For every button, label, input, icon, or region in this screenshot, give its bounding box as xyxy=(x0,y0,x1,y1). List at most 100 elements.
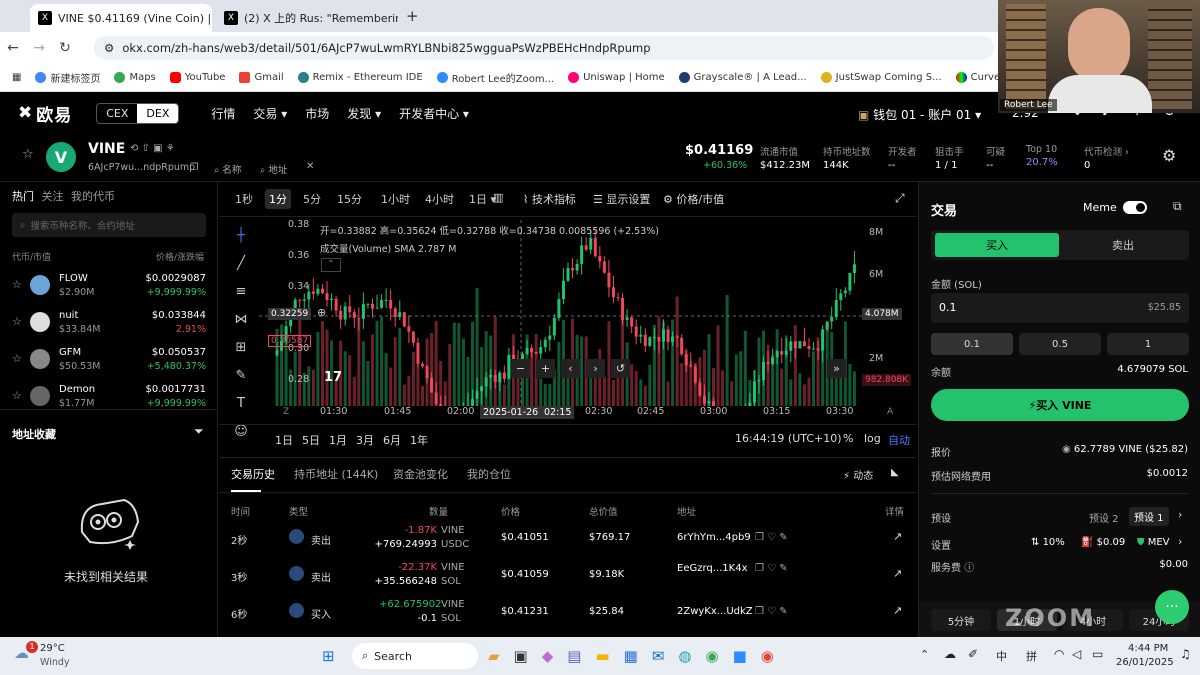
candle-type-icon[interactable]: ▥ xyxy=(493,191,503,204)
star-icon[interactable]: ☆ xyxy=(12,278,22,291)
gear-icon[interactable]: ⚙ xyxy=(1162,146,1176,165)
auto-scale-icon[interactable]: A xyxy=(887,407,893,417)
volume-icon[interactable]: ◁ xyxy=(1072,647,1081,661)
tab-5m[interactable]: 5分钟 xyxy=(931,609,991,631)
tradingview-logo-icon[interactable]: 17 xyxy=(324,370,342,385)
crosshair-icon[interactable]: ┼ xyxy=(227,222,255,250)
preset-1-button[interactable]: 1 xyxy=(1107,333,1189,355)
copilot-icon[interactable]: ◆ xyxy=(542,647,554,665)
history-tab-1[interactable]: 持币地址 (144K) xyxy=(294,466,378,482)
forward-icon[interactable]: → xyxy=(26,40,52,56)
stat-detect[interactable]: 代币检测 › 0 xyxy=(1084,144,1129,171)
range-5[interactable]: 1年 xyxy=(410,432,428,448)
nav-markets[interactable]: 行情 xyxy=(211,105,235,122)
store-icon[interactable]: ▦ xyxy=(624,647,638,665)
preset-2-tab[interactable]: 预设 2 xyxy=(1089,510,1119,525)
token-row[interactable]: ☆ nuit $33.84M $0.033844 2.91% xyxy=(0,304,218,341)
chrome-profile-icon[interactable]: ◉ xyxy=(761,647,774,665)
chevron-right-icon[interactable]: › xyxy=(1178,535,1182,548)
measure-icon[interactable]: ⊞ xyxy=(227,334,255,362)
bookmark-item[interactable]: Robert Lee的Zoom... xyxy=(436,70,554,85)
history-tab-3[interactable]: 我的仓位 xyxy=(467,466,511,482)
search-name-link[interactable]: ⌕ 名称 xyxy=(214,162,241,176)
mev-setting[interactable]: ⛊ MEV xyxy=(1137,537,1169,548)
language-indicator[interactable]: 中 xyxy=(996,648,1007,664)
chrome-icon[interactable]: ◉ xyxy=(706,647,719,665)
battery-icon[interactable]: ▭ xyxy=(1092,647,1103,661)
tab-x-post[interactable]: X(2) X 上的 Rus: "Remembering✕ xyxy=(216,4,398,32)
interval-3[interactable]: 15分 xyxy=(333,189,366,209)
open-detail-icon[interactable]: ↗ xyxy=(893,530,902,543)
add-alert-icon[interactable]: ⊕ xyxy=(317,306,326,319)
ime-indicator[interactable]: 拼 xyxy=(1026,648,1037,664)
table-row[interactable]: 3秒 卖出 -22.37K VINE +35.566248 SOL $0.41059 $9.1… xyxy=(219,557,917,593)
indicators-button[interactable]: ⌇ 技术指标 xyxy=(523,191,576,207)
task-view-icon[interactable]: ▣ xyxy=(514,647,528,665)
dex-tab[interactable]: DEX xyxy=(137,103,179,123)
clock-time[interactable]: 4:44 PM xyxy=(1128,643,1168,654)
file-explorer-icon[interactable]: ▬ xyxy=(595,647,609,665)
gas-setting[interactable]: ⛽ $0.09 xyxy=(1081,537,1125,548)
nav-market[interactable]: 市场 xyxy=(305,105,329,122)
widgets-app-icon[interactable]: ▰ xyxy=(488,647,500,665)
star-icon[interactable]: ☆ xyxy=(12,389,22,402)
cex-dex-toggle[interactable]: CEX DEX xyxy=(96,102,180,124)
okx-logo-icon[interactable]: ✖ xyxy=(18,103,32,123)
zoom-app-icon[interactable]: ■ xyxy=(733,647,747,665)
scroll-right-icon[interactable]: › xyxy=(586,359,605,378)
range-1[interactable]: 5日 xyxy=(302,432,320,448)
fullscreen-icon[interactable]: ⤢ xyxy=(895,191,905,206)
zoom-in-icon[interactable]: + xyxy=(536,359,555,378)
apps-icon[interactable]: ▦ xyxy=(12,72,21,83)
site-info-icon[interactable]: ⚙ xyxy=(104,41,114,55)
history-tab-2[interactable]: 资金池变化 xyxy=(393,466,448,482)
meme-toggle[interactable] xyxy=(1123,201,1147,214)
range-2[interactable]: 1月 xyxy=(329,432,347,448)
url-field[interactable]: ⚙ okx.com/zh-hans/web3/detail/501/6AJcP7w… xyxy=(94,36,994,60)
star-icon[interactable]: ☆ xyxy=(12,352,22,365)
star-icon[interactable]: ☆ xyxy=(22,147,34,162)
address-action-icons[interactable]: ❐ ♡ ✎ xyxy=(755,606,788,617)
interval-5[interactable]: 4小时 xyxy=(421,189,458,209)
new-tab-button[interactable]: + xyxy=(406,7,419,25)
slippage-setting[interactable]: ⇅ 10% xyxy=(1031,537,1065,548)
tray-chevron-icon[interactable]: ⌃ xyxy=(920,648,929,661)
bookmark-item[interactable]: Remix - Ethereum IDE xyxy=(297,72,423,83)
edge-icon[interactable]: ◍ xyxy=(678,647,691,665)
pen-icon[interactable]: ✐ xyxy=(968,647,978,661)
activity-toggle[interactable]: ⚡ 动态 xyxy=(843,467,873,482)
tab-watch[interactable]: 关注 xyxy=(42,190,64,203)
bookmark-item[interactable]: JustSwap Coming S... xyxy=(820,72,942,83)
bookmark-item[interactable]: 新建标签页 xyxy=(35,70,100,85)
bookmark-item[interactable]: Maps xyxy=(114,72,156,83)
reload-icon[interactable]: ↻ xyxy=(52,40,78,56)
bookmark-item[interactable]: Uniswap | Home xyxy=(568,72,665,83)
go-latest-icon[interactable]: » xyxy=(827,359,846,378)
address-action-icons[interactable]: ❐ ♡ ✎ xyxy=(755,532,788,543)
token-search-input[interactable]: ⌕ 搜索币种名称、合约地址 xyxy=(12,213,206,237)
tab-my-tokens[interactable]: 我的代币 xyxy=(71,190,115,203)
trader-address[interactable]: EeGzrq...1K4x xyxy=(677,563,748,574)
info-icon[interactable]: ⓘ xyxy=(964,563,974,574)
interval-1[interactable]: 1分 xyxy=(265,189,291,209)
chart-icon[interactable]: ◣ xyxy=(891,467,899,478)
history-icon[interactable]: ⧉ xyxy=(1173,199,1182,214)
pattern-icon[interactable]: ⋈ xyxy=(227,306,255,334)
nav-discover[interactable]: 发现 ▾ xyxy=(347,105,381,122)
range-4[interactable]: 6月 xyxy=(383,432,401,448)
table-row[interactable]: 2秒 卖出 -1.87K VINE +769.24993 USDC $0.41051 $769… xyxy=(219,520,917,556)
token-action-icons[interactable]: ⟲ ⇧ ▣ ⚘ xyxy=(130,143,175,154)
copy-icon[interactable]: ❐ xyxy=(190,162,199,173)
star-icon[interactable]: ☆ xyxy=(12,315,22,328)
reset-icon[interactable]: ↺ xyxy=(611,359,630,378)
nav-developer[interactable]: 开发者中心 ▾ xyxy=(399,105,469,122)
bookmark-item[interactable]: Gmail xyxy=(239,72,284,83)
display-settings-button[interactable]: ☰ 显示设置 xyxy=(593,191,650,207)
open-detail-icon[interactable]: ↗ xyxy=(893,604,902,617)
buy-tab[interactable]: 买入 xyxy=(935,233,1059,257)
wallet-selector[interactable]: ▣ 钱包 01 - 账户 01 ▾ xyxy=(858,106,981,123)
price-cap-toggle[interactable]: ⚙ 价格/市值 xyxy=(663,191,724,207)
back-icon[interactable]: ← xyxy=(0,40,26,56)
range-0[interactable]: 1日 xyxy=(275,432,293,448)
interval-0[interactable]: 1秒 xyxy=(231,189,257,209)
